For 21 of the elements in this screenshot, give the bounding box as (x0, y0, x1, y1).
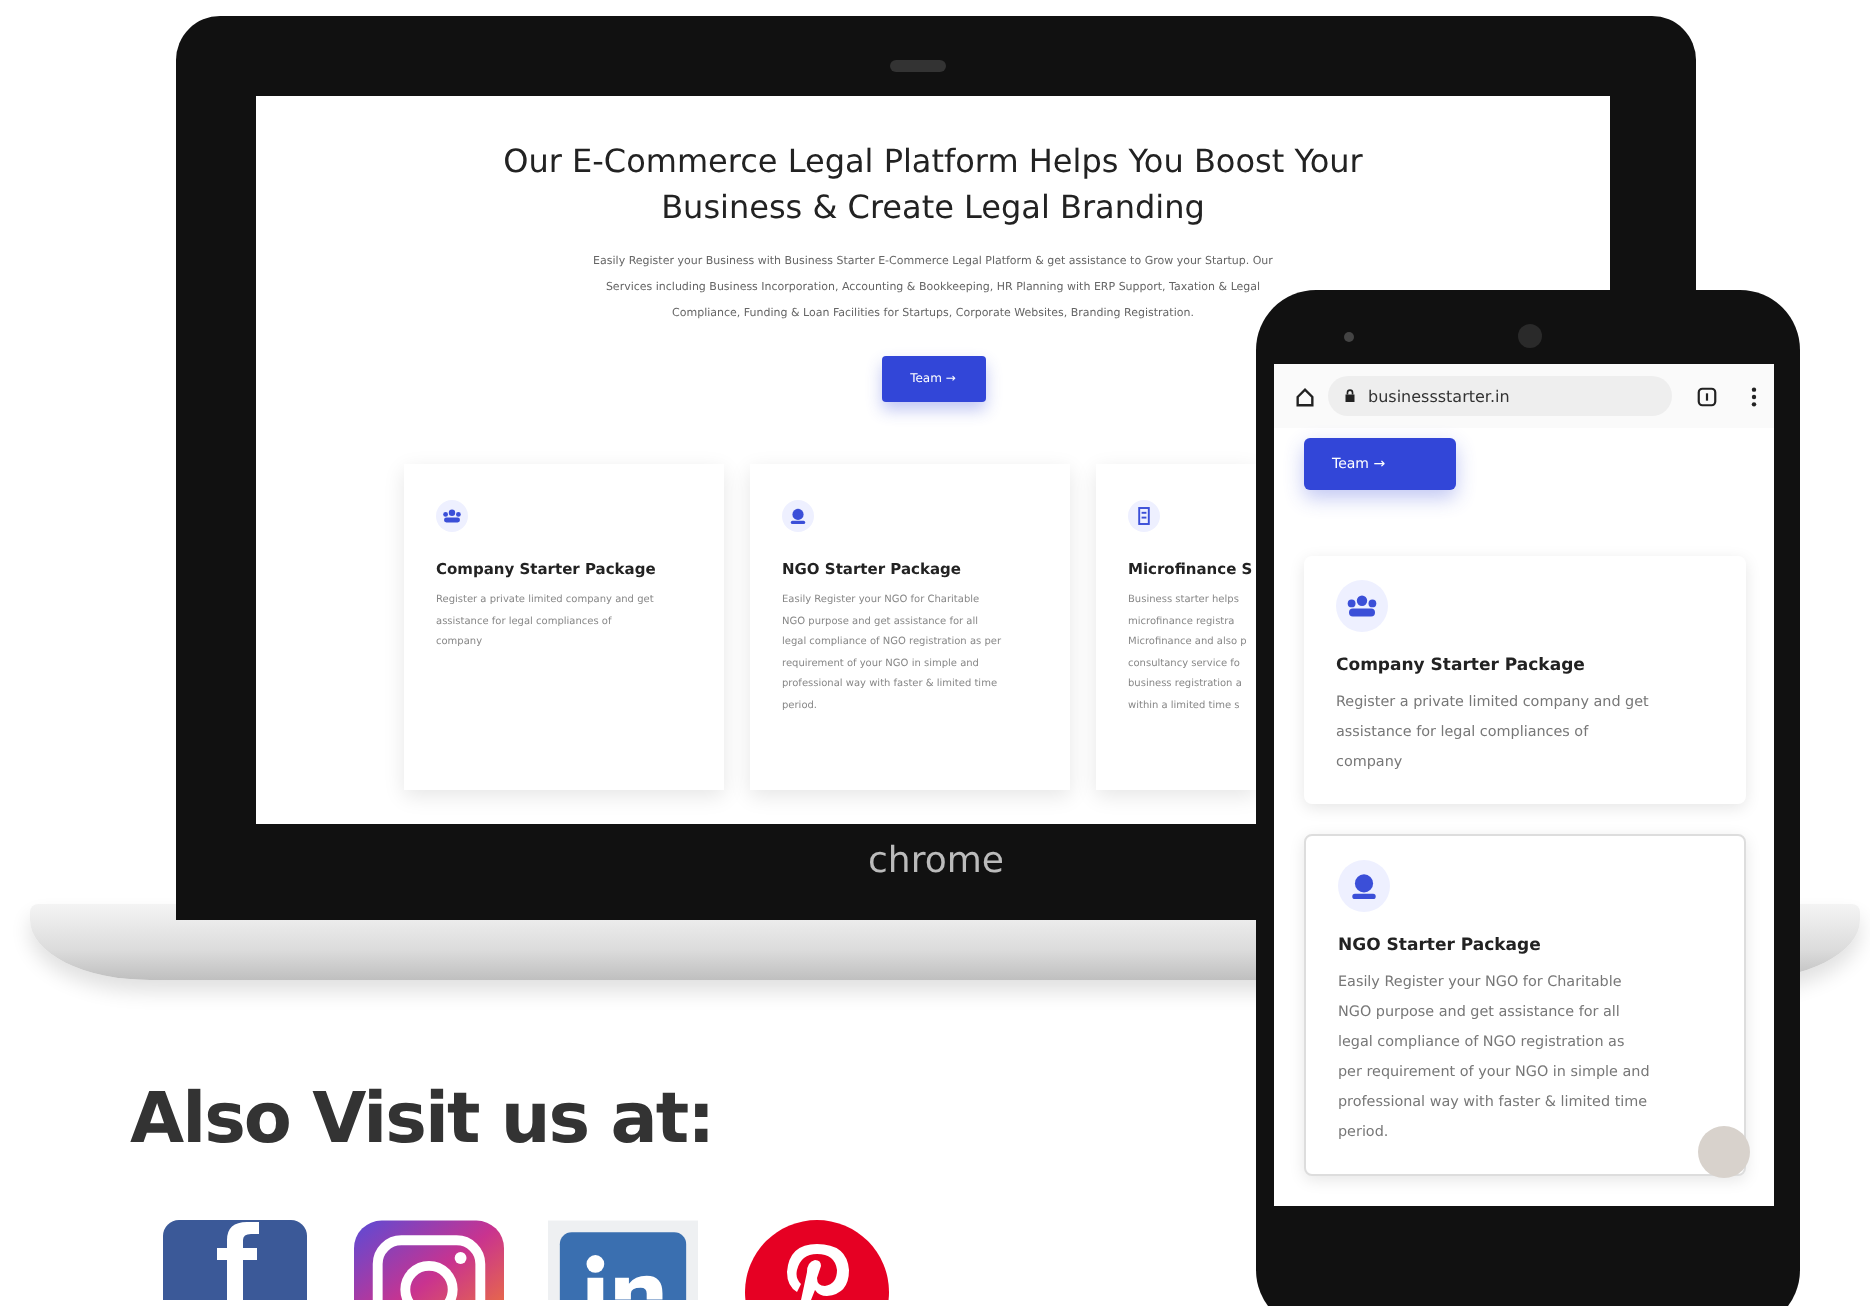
speaker-icon (1344, 332, 1354, 342)
url-text: businessstarter.in (1368, 387, 1510, 405)
visit-heading: Also Visit us at: (130, 1080, 716, 1160)
linkedin-icon[interactable] (548, 1220, 698, 1300)
page-heading: Our E-Commerce Legal Platform Helps You Boost Your Business & Create Legal Branding (501, 140, 1365, 230)
camera-icon (890, 60, 946, 72)
lock-icon (1344, 388, 1356, 404)
menu-icon[interactable] (1750, 385, 1758, 407)
brand-label: chrome (866, 840, 1006, 882)
camera-icon (1518, 324, 1542, 348)
instagram-icon[interactable] (354, 1220, 504, 1300)
facebook-icon[interactable] (160, 1220, 310, 1300)
tabs-icon[interactable] (1696, 385, 1718, 407)
card-title: NGO Starter Package (1338, 936, 1543, 956)
people-icon (436, 500, 468, 532)
address-bar[interactable]: businessstarter.in (1328, 376, 1672, 416)
home-icon[interactable] (1294, 385, 1316, 407)
pinterest-icon[interactable] (742, 1220, 892, 1300)
card-title: Company Starter Package (1336, 656, 1587, 676)
people-icon (1336, 580, 1388, 632)
document-icon (1128, 500, 1160, 532)
